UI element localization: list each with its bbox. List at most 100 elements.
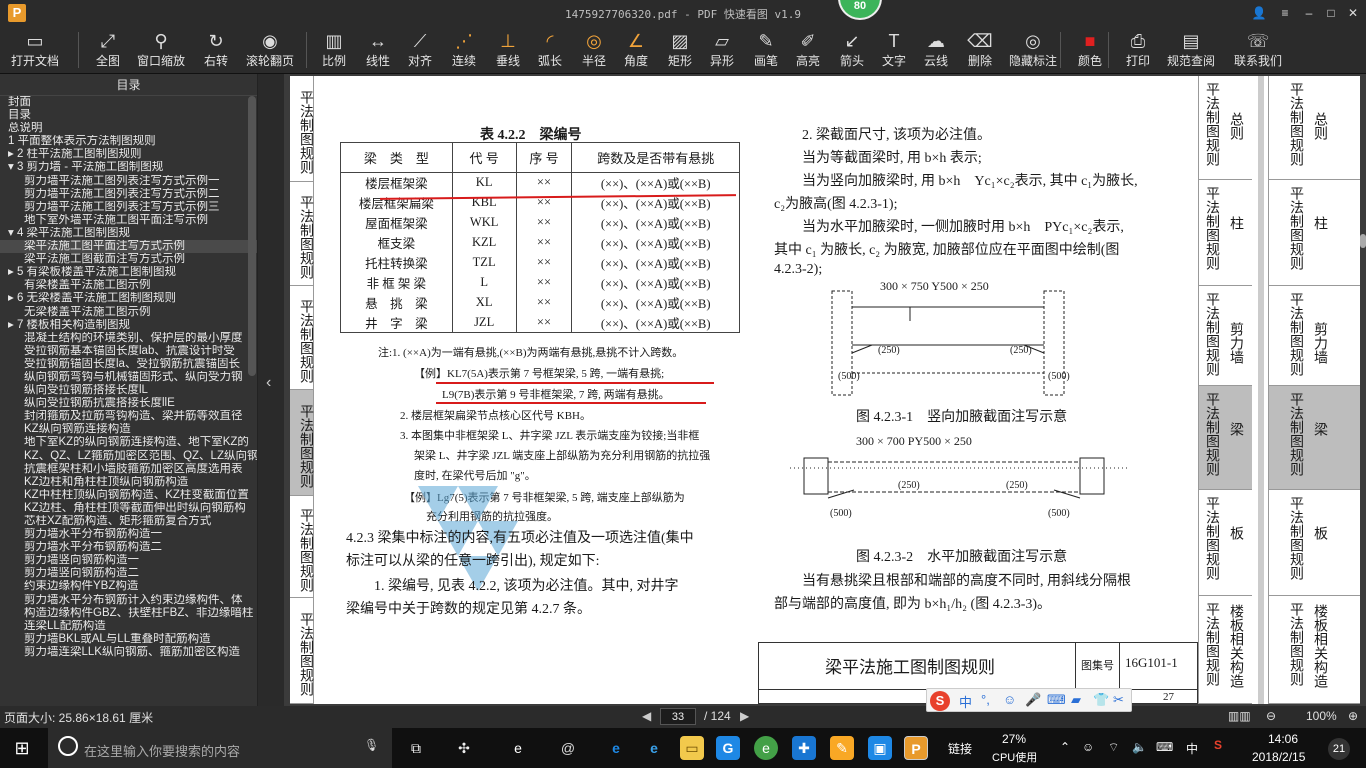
- emoji-icon[interactable]: ☺: [1003, 692, 1016, 707]
- file-explorer-icon[interactable]: ▭: [680, 736, 704, 760]
- toc-item[interactable]: 剪力墙BKL或AL与LL重叠时配筋构造: [0, 633, 257, 646]
- edge-icon[interactable]: e: [604, 736, 628, 760]
- tray-up-icon[interactable]: ⌃: [1060, 740, 1070, 754]
- toc-item[interactable]: 梁平法施工图平面注写方式示例: [0, 240, 257, 254]
- toolbar-print-button[interactable]: ⎙ 打印: [1120, 28, 1156, 72]
- app-g-icon[interactable]: G: [716, 736, 740, 760]
- toolbar-rect-button[interactable]: ▨ 矩形: [662, 28, 698, 72]
- toc-item[interactable]: ▸ 5 有梁板楼盖平法施工图制图规: [0, 266, 257, 279]
- pinwheel-icon[interactable]: ✚: [792, 736, 816, 760]
- toolbar-continuous-button[interactable]: ⋰ 连续: [444, 28, 484, 72]
- task-view-icon[interactable]: ⧉: [404, 736, 428, 760]
- close-icon[interactable]: ✕: [1344, 4, 1362, 22]
- toolbar-eye-hide-button[interactable]: ◎ 隐藏标注: [1004, 28, 1062, 72]
- toc-item[interactable]: 剪力墙平法施工图列表注写方式示例三: [0, 201, 257, 214]
- wifi-icon[interactable]: ⌔: [1108, 740, 1119, 755]
- toc-item[interactable]: 混凝土结构的环境类别、保护层的最小厚度: [0, 332, 257, 345]
- toolbar-linear-button[interactable]: ↔ 线性: [360, 28, 396, 72]
- pdf-viewer-task-icon[interactable]: P: [904, 736, 928, 760]
- toc-item[interactable]: 连梁LL配筋构造: [0, 620, 257, 633]
- toc-item[interactable]: 芯柱XZ配筋构造、矩形箍筋复合方式: [0, 515, 257, 528]
- shirt-icon[interactable]: 👕: [1093, 692, 1109, 708]
- voice-icon[interactable]: 🎤: [1025, 692, 1041, 708]
- volume-icon[interactable]: 🔈: [1132, 740, 1147, 754]
- clock-date[interactable]: 2018/2/15: [1252, 750, 1305, 764]
- toolbar-highlight-button[interactable]: ✐ 高亮: [790, 28, 826, 72]
- toc-item[interactable]: 纵向受拉钢筋抗震搭接长度llE: [0, 397, 257, 410]
- toc-item[interactable]: 地下室KZ的纵向钢筋连接构造、地下室KZ的: [0, 436, 257, 449]
- clock-time[interactable]: 14:06: [1268, 732, 1298, 746]
- collapse-sidebar-button[interactable]: ‹: [258, 74, 284, 706]
- toc-item[interactable]: 剪力墙竖向钢筋构造一: [0, 554, 257, 567]
- skin-icon[interactable]: ▰: [1071, 692, 1081, 708]
- toolbar-polygon-button[interactable]: ▱ 异形: [704, 28, 740, 72]
- toolbar-rotate-button[interactable]: ↻ 右转: [196, 28, 236, 72]
- toc-item[interactable]: 纵向钢筋弯钩与机械锚固形式、纵向受力钢: [0, 371, 257, 384]
- toc-item[interactable]: 有梁楼盖平法施工图示例: [0, 279, 257, 292]
- maximize-icon[interactable]: □: [1322, 4, 1340, 22]
- notification-count[interactable]: 21: [1328, 738, 1350, 760]
- people-icon[interactable]: ☺: [1082, 740, 1094, 754]
- toc-item[interactable]: KZ、QZ、LZ箍筋加密区范围、QZ、LZ纵向钢: [0, 450, 257, 463]
- toc-item[interactable]: 抗震框架柱和小墙肢箍筋加密区高度选用表: [0, 463, 257, 476]
- toolbar-text-button[interactable]: T 文字: [876, 28, 912, 72]
- page-number-input[interactable]: [660, 708, 696, 725]
- toc-item[interactable]: KZ边柱和角柱柱顶纵向钢筋构造: [0, 476, 257, 489]
- ie-icon[interactable]: e: [642, 736, 666, 760]
- toc-item[interactable]: KZ纵向钢筋连接构造: [0, 423, 257, 436]
- toc-item[interactable]: 1 平面整体表示方法制图规则: [0, 135, 257, 148]
- zoom-out-icon[interactable]: ⊖: [1266, 709, 1276, 723]
- toolbar-mouse-button[interactable]: ◉ 滚轮翻页: [244, 28, 296, 72]
- notes-icon[interactable]: ✎: [830, 736, 854, 760]
- toc-item[interactable]: 地下室外墙平法施工图平面注写示例: [0, 214, 257, 227]
- browser-360-icon[interactable]: e: [754, 736, 778, 760]
- swirl-app-icon[interactable]: @: [556, 736, 580, 760]
- toolbar-arc-button[interactable]: ◜ 弧长: [532, 28, 568, 72]
- toc-item[interactable]: 封闭箍筋及拉筋弯钩构造、梁并筋等效直径: [0, 410, 257, 423]
- toc-item[interactable]: 封面: [0, 96, 257, 109]
- app-fan-icon[interactable]: ✣: [452, 736, 476, 760]
- viewer-scrollbar[interactable]: [1360, 234, 1366, 248]
- toc-item[interactable]: 梁平法施工图截面注写方式示例: [0, 253, 257, 266]
- toc-item[interactable]: 无梁楼盖平法施工图示例: [0, 306, 257, 319]
- toc-item[interactable]: ▸ 2 柱平法施工图制图规则: [0, 148, 257, 161]
- edge-like-icon[interactable]: e: [506, 736, 530, 760]
- toolbar-color-button[interactable]: ■ 颜色: [1072, 28, 1108, 72]
- minimize-icon[interactable]: –: [1300, 4, 1318, 22]
- user-icon[interactable]: 👤: [1250, 4, 1268, 22]
- toc-item[interactable]: ▾ 4 梁平法施工图制图规: [0, 227, 257, 240]
- toc-item[interactable]: 剪力墙平法施工图列表注写方式示例一: [0, 175, 257, 188]
- toc-item[interactable]: 剪力墙水平分布钢筋计入约束边缘构件、体: [0, 594, 257, 607]
- tools-icon[interactable]: ✂: [1113, 692, 1124, 708]
- toc-item[interactable]: 目录: [0, 109, 257, 122]
- toc-item[interactable]: 剪力墙连梁LLK纵向钢筋、箍筋加密区构造: [0, 646, 257, 659]
- zoom-in-icon[interactable]: ⊕: [1348, 709, 1358, 723]
- toc-item[interactable]: 剪力墙水平分布钢筋构造一: [0, 528, 257, 541]
- toolbar-perpendicular-button[interactable]: ⊥ 垂线: [490, 28, 526, 72]
- toc-item[interactable]: 约束边缘构件YBZ构造: [0, 580, 257, 593]
- toolbar-contact-button[interactable]: ☏ 联系我们: [1230, 28, 1286, 72]
- toolbar-scale-button[interactable]: ▥ 比例: [316, 28, 352, 72]
- toolbar-angle-button[interactable]: ∠ 角度: [618, 28, 654, 72]
- windows-start-icon[interactable]: ⊞: [10, 736, 34, 760]
- ime-toolbar[interactable]: S 中 °, ☺ 🎤 ⌨ ▰ 👕 ✂: [926, 688, 1132, 712]
- toc-item[interactable]: ▸ 6 无梁楼盖平法施工图制图规则: [0, 292, 257, 305]
- toolbar-arrow-button[interactable]: ↙ 箭头: [834, 28, 870, 72]
- toolbar-align-button[interactable]: ⟋ 对齐: [402, 28, 438, 72]
- toc-item[interactable]: 剪力墙平法施工图列表注写方式示例二: [0, 188, 257, 201]
- ime-mode[interactable]: 中: [959, 692, 972, 711]
- toc-item[interactable]: KZ边柱、角柱柱顶等截面伸出时纵向钢筋构: [0, 502, 257, 515]
- sogou-tray-icon[interactable]: S: [1214, 738, 1222, 752]
- toc-item[interactable]: 受拉钢筋基本锚固长度lab、抗震设计时受: [0, 345, 257, 358]
- toc-item[interactable]: 总说明: [0, 122, 257, 135]
- sidebar-scrollbar[interactable]: [248, 96, 256, 376]
- keyboard-icon[interactable]: ⌨: [1047, 692, 1066, 708]
- toc-item[interactable]: 受拉钢筋锚固长度la、受拉钢筋抗震锚固长: [0, 358, 257, 371]
- toc-item[interactable]: 构造边缘构件GBZ、扶壁柱FBZ、非边缘暗柱: [0, 607, 257, 620]
- menu-icon[interactable]: ≡: [1276, 4, 1294, 22]
- toolbar-zoom-button[interactable]: ⚲ 窗口缩放: [136, 28, 186, 72]
- document-viewer[interactable]: 平法制图规则 平法制图规则 平法制图规则 平法制图规则 平法制图规则 平法制图规则 表 4…: [284, 74, 1366, 706]
- ime-indicator[interactable]: 中: [1186, 740, 1198, 757]
- toc-item[interactable]: 剪力墙水平分布钢筋构造二: [0, 541, 257, 554]
- sogou-icon[interactable]: S: [930, 691, 950, 711]
